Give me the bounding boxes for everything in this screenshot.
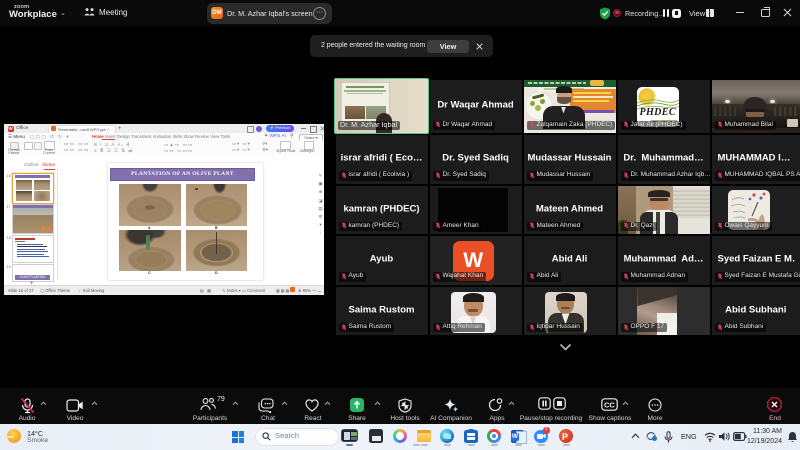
svg-text:CC: CC [604, 400, 615, 409]
